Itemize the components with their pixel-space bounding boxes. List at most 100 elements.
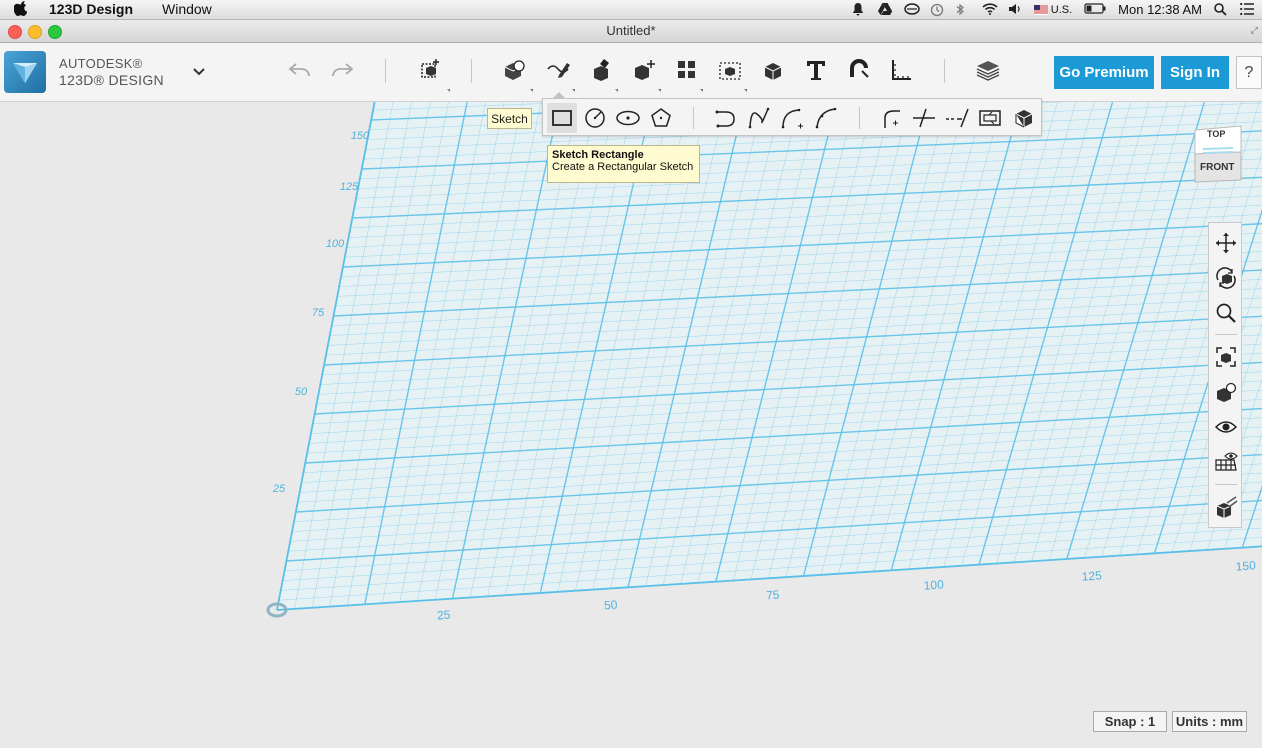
redo-button[interactable] [327,55,357,85]
sign-in-button[interactable]: Sign In [1161,56,1229,89]
notification-center-icon[interactable] [1240,2,1254,16]
tooltip-description: Create a Rectangular Sketch [552,161,694,173]
sketch-fillet-button[interactable] [876,103,906,133]
view-cube-front-label[interactable]: FRONT [1200,162,1234,173]
material-button[interactable] [973,55,1003,85]
wifi-icon[interactable] [982,3,998,16]
material-visibility-button[interactable] [1211,492,1241,522]
navigation-bar [1208,222,1242,528]
snap-setting[interactable]: Snap : 1 [1093,711,1167,732]
sketch-polygon-button[interactable] [646,103,676,133]
view-cube-top-label[interactable]: TOP [1207,129,1225,139]
grid-visibility-button[interactable] [1211,447,1241,477]
cloud-sync-icon[interactable] [904,3,920,16]
construct-dropdown-icon [615,89,618,92]
visibility-button[interactable] [1211,412,1241,442]
transform-button[interactable] [415,55,445,85]
y-tick-label: 150 [351,130,370,142]
flyout-separator [693,107,694,129]
toolbar-separator [471,59,472,83]
sketch-ellipse-button[interactable] [613,103,643,133]
sketch-three-point-arc-button[interactable] [811,103,841,133]
app-menu-chevron-icon[interactable] [193,65,205,79]
menubar-app-name[interactable]: 123D Design [49,1,133,17]
help-button[interactable]: ? [1236,56,1262,89]
us-flag-icon [1033,4,1048,15]
apple-icon[interactable] [13,1,28,19]
sketch-button[interactable] [543,55,573,85]
sketch-spline-button[interactable] [744,103,774,133]
grouping-dropdown-icon [744,89,747,92]
bluetooth-icon[interactable] [956,3,970,16]
modify-button[interactable] [630,55,660,85]
units-setting[interactable]: Units : mm [1172,711,1247,732]
flyout-separator [859,107,860,129]
y-tick-label: 25 [272,483,286,495]
pattern-dropdown-icon [700,89,703,92]
pan-button[interactable] [1211,228,1241,258]
grouping-button[interactable] [716,55,746,85]
mac-menubar: 123D Design Window U.S. Mon 12:38 AM [0,0,1262,20]
sketch-offset-button[interactable] [975,103,1005,133]
sketch-circle-button[interactable] [580,103,610,133]
fullscreen-icon[interactable]: ⤢ [1251,25,1258,36]
navbar-separator [1215,334,1237,335]
tooltip-title: Sketch Rectangle [552,149,644,161]
navbar-separator [1215,484,1237,485]
go-premium-button[interactable]: Go Premium [1054,56,1154,89]
input-source-indicator[interactable]: U.S. [1033,3,1073,16]
view-mode-button[interactable] [1211,377,1241,407]
battery-icon[interactable] [1084,3,1106,16]
sketch-extend-button[interactable] [942,103,972,133]
y-tick-label: 100 [326,238,345,250]
google-drive-icon[interactable] [877,3,893,16]
zoom-button[interactable] [1211,298,1241,328]
sketch-dropdown-icon [572,89,575,92]
x-tick-label: 125 [1081,568,1102,583]
sketch-flyout-label: Sketch [487,108,532,129]
menubar-status-area: U.S. Mon 12:38 AM [852,0,1262,19]
x-tick-label: 75 [766,588,781,603]
sketch-polyline-button[interactable] [711,103,741,133]
construct-button[interactable] [587,55,617,85]
tool-tooltip: Sketch Rectangle Create a Rectangular Sk… [547,145,700,183]
sketch-project-button[interactable] [1009,103,1039,133]
main-toolbar: AUTODESK® 123D® DESIGN Go Premium Sign I… [0,43,1262,102]
menubar-window[interactable]: Window [162,1,212,17]
x-tick-label: 150 [1235,558,1256,573]
menubar-clock[interactable]: Mon 12:38 AM [1118,2,1202,17]
modify-dropdown-icon [658,89,661,92]
sketch-two-point-arc-button[interactable] [778,103,808,133]
x-tick-label: 100 [923,577,944,592]
x-tick-label: 50 [604,598,619,613]
y-tick-label: 125 [340,181,359,193]
undo-button[interactable] [285,55,315,85]
toolbar-separator [944,59,945,83]
3d-viewport[interactable]: 25 50 75 100 125 150 25 50 75 100 125 150 [0,102,1262,748]
toolbar-separator [385,59,386,83]
workplane-surface [277,102,1262,610]
text-button[interactable] [801,55,831,85]
y-tick-label: 75 [312,307,325,319]
pattern-button[interactable] [672,55,702,85]
snap-button[interactable] [844,55,874,85]
primitives-button[interactable] [500,55,530,85]
fit-to-view-button[interactable] [1211,342,1241,372]
time-machine-icon[interactable] [930,3,944,17]
input-source-label: U.S. [1050,3,1073,16]
combine-button[interactable] [759,55,789,85]
notification-bell-icon[interactable] [852,3,866,16]
x-tick-label: 25 [437,608,452,623]
sketch-trim-button[interactable] [909,103,939,133]
measure-button[interactable] [886,55,916,85]
spotlight-search-icon[interactable] [1214,3,1228,16]
sketch-rectangle-button[interactable] [547,103,577,133]
transform-dropdown-icon [447,89,450,92]
window-titlebar: Untitled* ⤢ [0,20,1262,43]
orbit-button[interactable] [1211,263,1241,293]
app-logo[interactable] [4,51,46,93]
brand-autodesk: AUTODESK® [59,56,143,71]
primitives-dropdown-icon [530,89,533,92]
window-title: Untitled* [606,23,656,38]
volume-icon[interactable] [1008,3,1022,16]
